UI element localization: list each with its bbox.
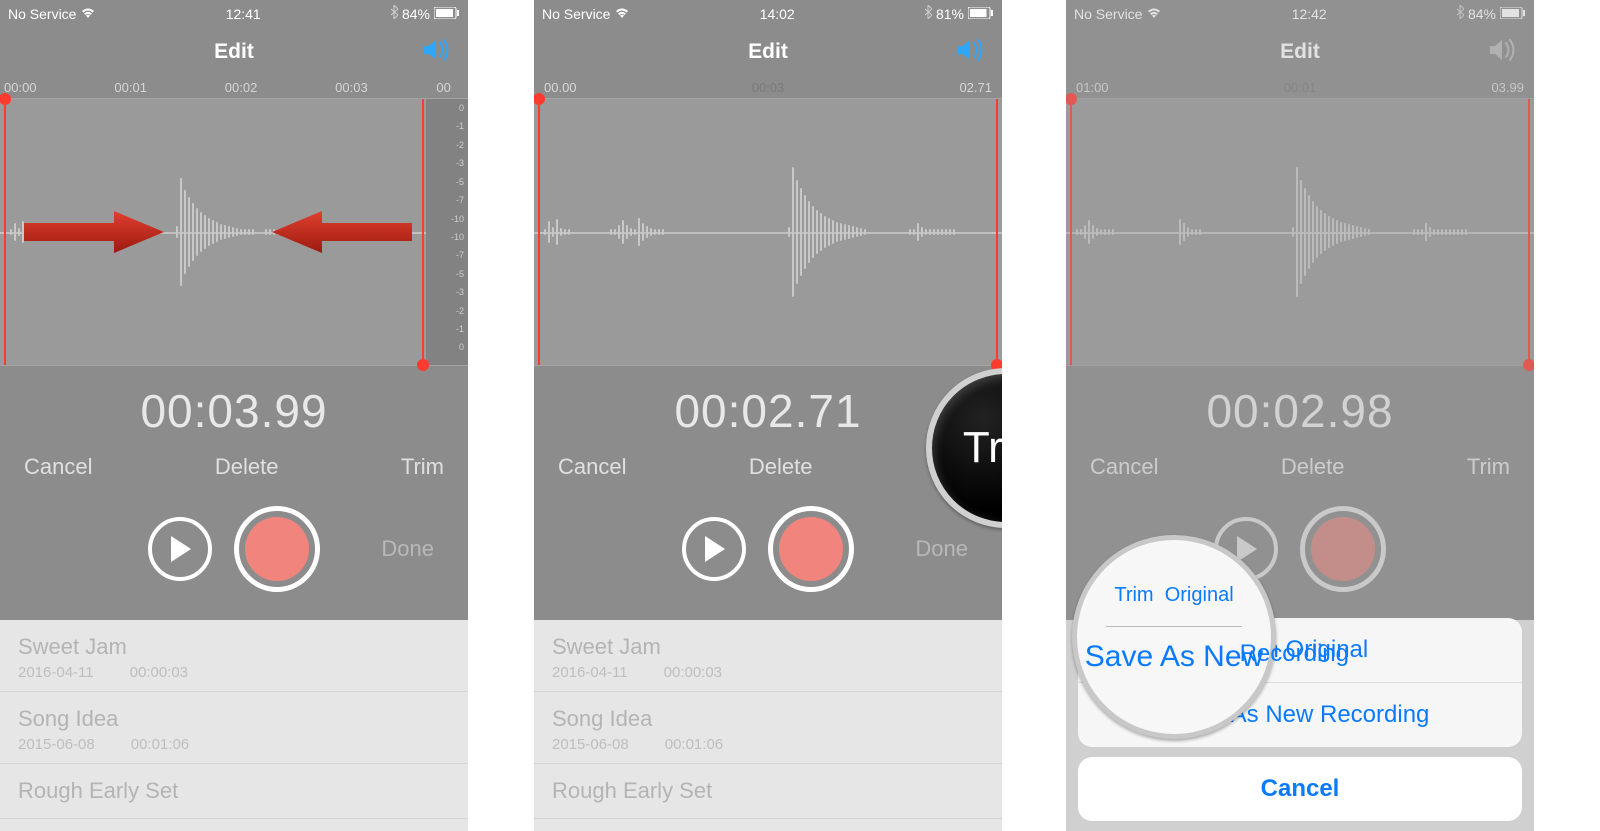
ruler-mid: 00:03 [752,80,785,98]
list-item-title: Sweet Jam [552,634,984,660]
ruler-tick: 00:01 [114,80,224,98]
list-item[interactable]: Song Idea 2015-06-08 00:01:06 [0,692,468,764]
playback-controls: Done [534,488,1002,620]
ruler-tick: 00:00 [4,80,114,98]
sheet-cancel[interactable]: Cancel [1078,757,1522,821]
waveform-area[interactable] [534,98,1002,366]
ruler-tick: 00:03 [335,80,436,98]
wifi-icon [80,6,96,22]
list-item-title: Song Idea [552,706,984,732]
record-button[interactable] [768,506,854,592]
battery-percent: 81% [936,6,964,22]
list-item-title: Song Idea [18,706,450,732]
speaker-icon[interactable] [956,38,986,67]
nav-title: Edit [214,40,254,64]
status-bar: No Service 14:02 81% [534,0,1002,24]
battery-icon [434,6,460,22]
phone-2: No Service 14:02 81% Edit 00.00 00:03 02… [534,0,1002,831]
ruler-tick: 00 [436,80,464,98]
cancel-button[interactable]: Cancel [24,454,92,480]
list-item-duration: 00:01:06 [665,736,723,753]
cancel-button[interactable]: Cancel [558,454,626,480]
speaker-icon[interactable] [422,38,452,67]
battery-icon [968,6,994,22]
list-item-duration: 00:00:03 [130,664,188,681]
nav-title: Edit [748,40,788,64]
list-item[interactable]: Song Idea 2015-06-08 00:01:06 [534,692,1002,764]
list-item[interactable]: Rough Early Set [534,764,1002,819]
nav-bar: Edit [0,24,468,80]
playhead-time: 00:03.99 [0,366,468,450]
hint-arrow-right-icon [24,209,164,255]
battery-percent: 84% [402,6,430,22]
bluetooth-icon [924,5,932,22]
wifi-icon [614,6,630,22]
list-item-duration: 00:00:03 [664,664,722,681]
list-item-title: Rough Early Set [18,778,450,804]
trim-handle-left[interactable] [538,99,540,365]
list-item[interactable]: Rough Early Set [0,764,468,819]
play-button[interactable] [148,517,212,581]
trim-handle-left[interactable] [4,99,6,365]
list-item-date: 2015-06-08 [18,736,95,753]
delete-button[interactable]: Delete [215,454,279,480]
list-item-title: Rough Early Set [552,778,984,804]
time-ruler: 00.00 00:03 02.71 [534,80,1002,98]
ruler-end: 02.71 [959,80,992,98]
trim-button[interactable]: Trim [401,454,444,480]
waveform-area[interactable]: 0-1-2-3-5-7-10-10-7-5-3-2-10 [0,98,468,366]
done-button[interactable]: Done [915,536,968,562]
done-button[interactable]: Done [381,536,434,562]
time-ruler: 00:00 00:01 00:02 00:03 00 [0,80,468,98]
db-scale: 0-1-2-3-5-7-10-10-7-5-3-2-10 [426,99,468,365]
play-button[interactable] [682,517,746,581]
list-item-title: Sweet Jam [18,634,450,660]
list-item-date: 2015-06-08 [552,736,629,753]
clock: 12:41 [226,6,261,22]
trim-handle-right[interactable] [422,99,424,365]
trim-actions: Cancel Delete Trim [0,450,468,488]
ruler-tick: 00:02 [225,80,335,98]
status-bar: No Service 12:41 84% [0,0,468,24]
callout-save-as-new: Trim Original Save As New Recording [1072,535,1276,739]
trim-handle-right[interactable] [996,99,998,365]
list-item-date: 2016-04-11 [552,664,628,681]
list-item-date: 2016-04-11 [18,664,94,681]
record-button[interactable] [234,506,320,592]
bluetooth-icon [390,5,398,22]
phone-3: No Service 12:42 84% Edit 01:00 00:01 03… [1066,0,1534,831]
list-item[interactable]: Sweet Jam 2016-04-11 00:00:03 [0,620,468,692]
carrier-label: No Service [542,6,610,22]
ruler-start: 00.00 [544,80,577,98]
recordings-list[interactable]: Sweet Jam 2016-04-11 00:00:03 Song Idea 2… [0,620,468,831]
delete-button[interactable]: Delete [749,454,813,480]
hint-arrow-left-icon [272,209,412,255]
carrier-label: No Service [8,6,76,22]
list-item[interactable]: Sweet Jam 2016-04-11 00:00:03 [534,620,1002,692]
playback-controls: Done [0,488,468,620]
recordings-list[interactable]: Sweet Jam 2016-04-11 00:00:03 Song Idea 2… [534,620,1002,831]
nav-bar: Edit [534,24,1002,80]
clock: 14:02 [760,6,795,22]
phone-1: No Service 12:41 84% Edit 00:00 00:01 00… [0,0,468,831]
list-item-duration: 00:01:06 [131,736,189,753]
